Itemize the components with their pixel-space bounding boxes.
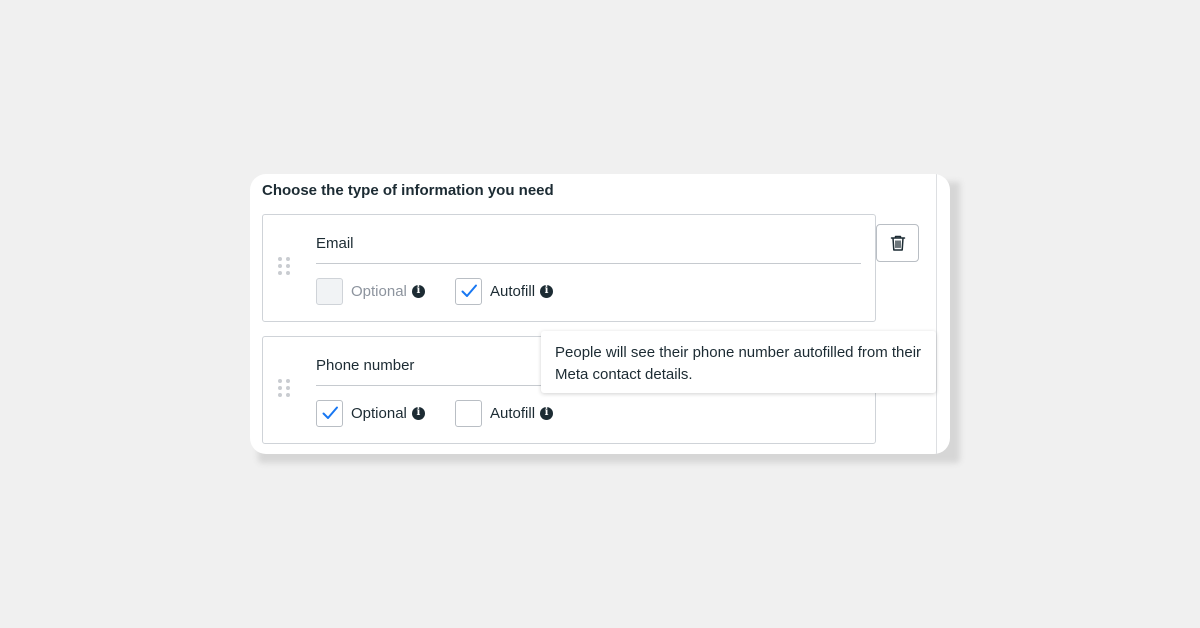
delete-button[interactable] (876, 224, 919, 262)
autofill-checkbox[interactable] (455, 277, 482, 305)
info-icon[interactable]: i (411, 406, 425, 420)
optional-option: Optional i (316, 399, 425, 427)
drag-handle-icon[interactable] (278, 379, 290, 397)
autofill-option: Autofill i (455, 277, 554, 305)
trash-icon (890, 235, 905, 251)
optional-checkbox[interactable] (316, 399, 343, 427)
autofill-label: Autofill (490, 282, 536, 300)
field-card-email: Email Optional i Autofill i (262, 214, 876, 322)
divider (316, 263, 861, 264)
optional-label: Optional (351, 282, 407, 300)
info-icon[interactable]: i (540, 284, 554, 298)
field-label: Email (316, 235, 354, 252)
autofill-option: Autofill i (455, 399, 554, 427)
optional-checkbox[interactable] (316, 277, 343, 305)
autofill-tooltip: People will see their phone number autof… (541, 331, 936, 393)
autofill-checkbox[interactable] (455, 399, 482, 427)
panel-divider (936, 174, 937, 454)
info-icon[interactable]: i (411, 284, 425, 298)
field-label: Phone number (316, 357, 415, 374)
checkmark-icon (461, 284, 477, 297)
optional-option: Optional i (316, 277, 425, 305)
info-icon[interactable]: i (540, 406, 554, 420)
autofill-label: Autofill (490, 404, 536, 422)
optional-label: Optional (351, 404, 407, 422)
checkmark-icon (322, 406, 338, 419)
section-title: Choose the type of information you need (262, 182, 554, 199)
lead-form-card: Choose the type of information you need … (250, 174, 950, 454)
drag-handle-icon[interactable] (278, 257, 290, 275)
